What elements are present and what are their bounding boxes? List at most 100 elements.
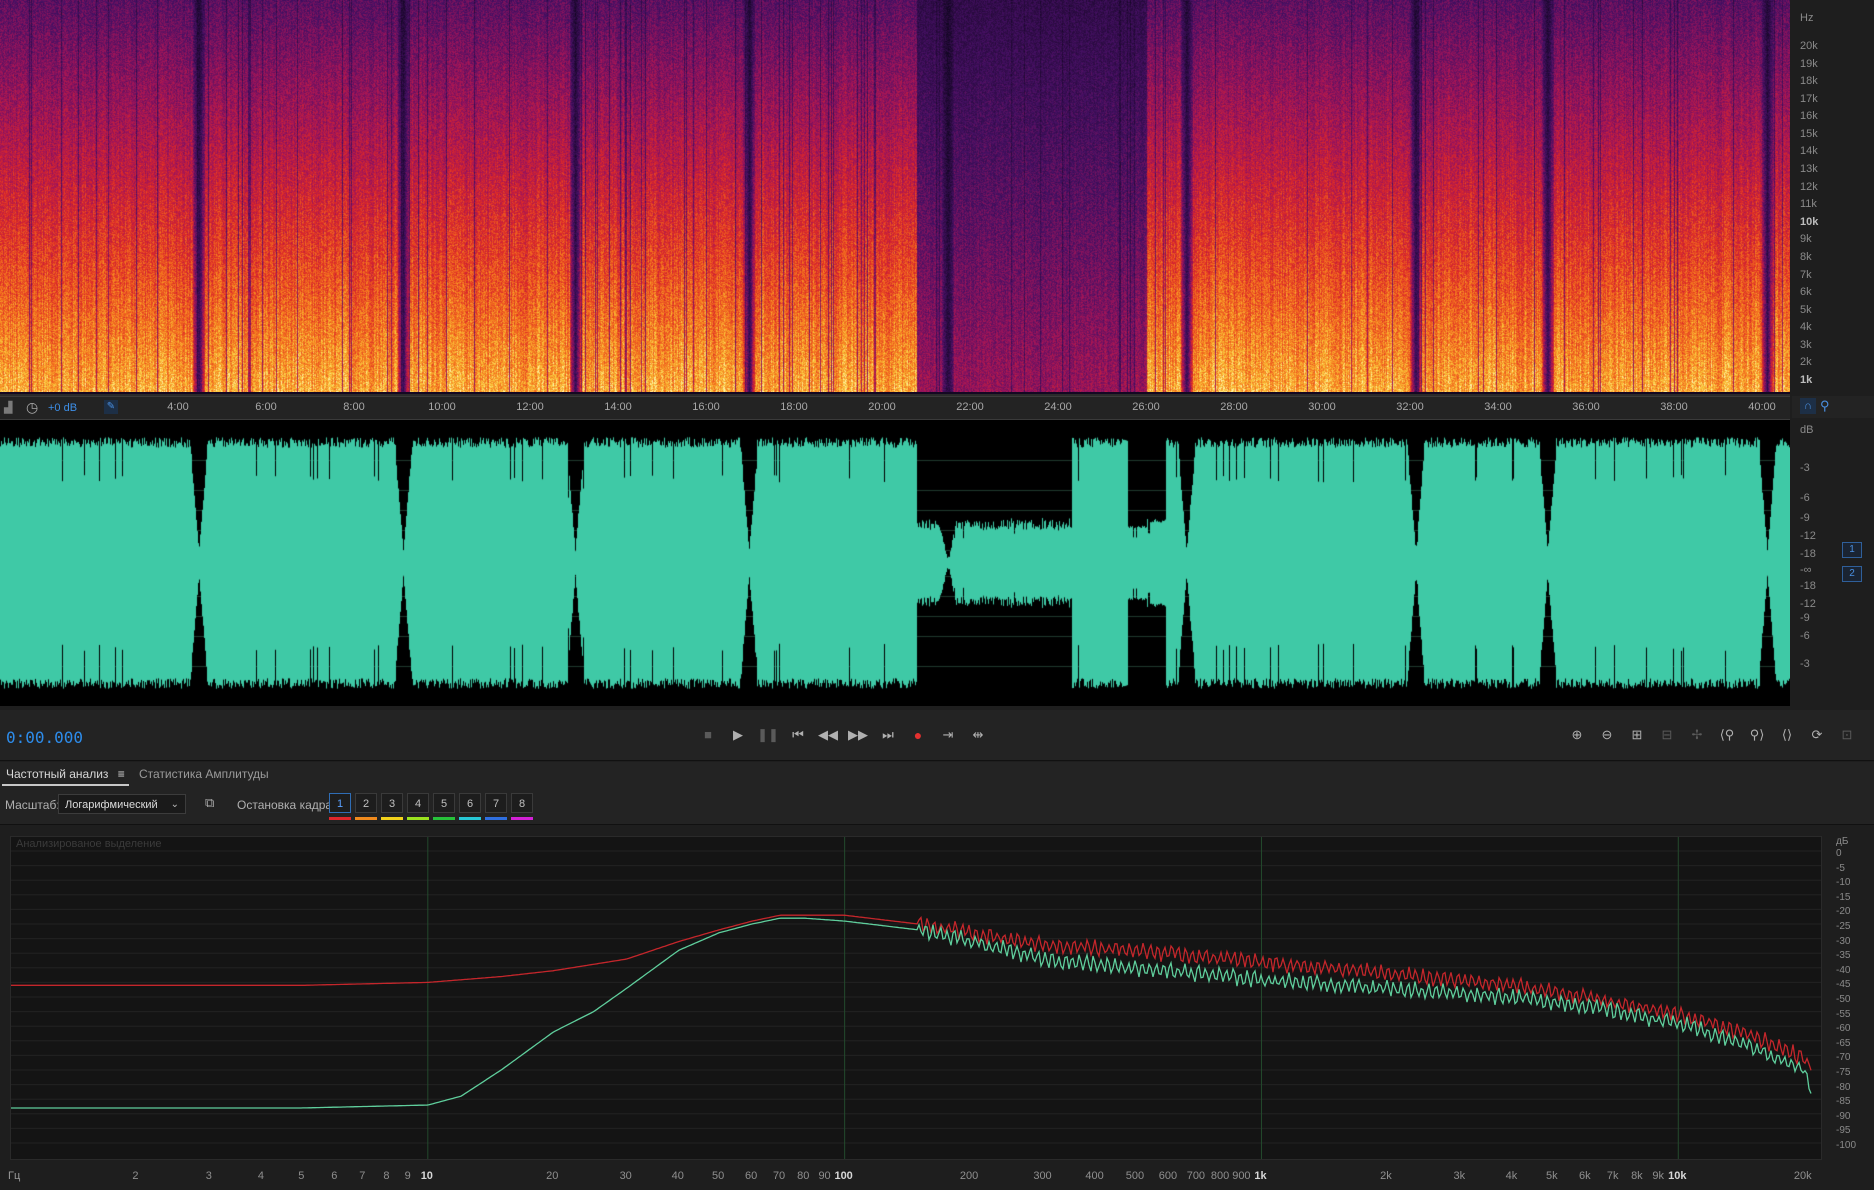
freeze-frame-6-button[interactable]: 6 (459, 793, 481, 813)
frequency-tick-label: 2 (132, 1170, 139, 1182)
hz-tick-label: 11k (1800, 198, 1817, 211)
frequency-tick-label: 10 (420, 1170, 433, 1182)
go-to-start-button[interactable]: ⏮ (787, 724, 809, 746)
panel-menu-icon[interactable]: ≡ (118, 767, 125, 781)
current-time-display[interactable]: 0:00.000 (6, 728, 83, 747)
db-tick-label: -18 (1800, 548, 1816, 560)
go-to-end-button[interactable]: ⏭ (877, 724, 899, 746)
freeze-frame-4-button[interactable]: 4 (407, 793, 429, 813)
fast-forward-button[interactable]: ▶▶ (847, 724, 869, 746)
scale-dropdown[interactable]: Логарифмический ⌄ (58, 794, 186, 814)
time-tick-label: 20:00 (868, 401, 896, 413)
frequency-analysis-plot[interactable] (10, 836, 1822, 1160)
freeze-frame-1-button[interactable]: 1 (329, 793, 351, 813)
tab-frequency-analysis-label: Частотный анализ (6, 767, 109, 781)
frequency-tick-label: 8k (1631, 1170, 1643, 1182)
db-unit-label: dB (1800, 424, 1814, 436)
frequency-tick-label: 600 (1158, 1170, 1178, 1182)
waveform-canvas[interactable] (0, 420, 1790, 706)
freq-db-tick-label: -100 (1836, 1140, 1857, 1151)
copy-icon[interactable]: ⧉ (205, 795, 214, 811)
tab-amplitude-statistics[interactable]: Статистика Амплитуды (135, 767, 273, 784)
frequency-tick-label: 60 (745, 1170, 758, 1182)
time-tick-label: 14:00 (604, 401, 632, 413)
time-tick-label: 12:00 (516, 401, 544, 413)
hz-tick-label: 3k (1800, 338, 1812, 351)
hz-tick-label: 14k (1800, 145, 1818, 158)
zoom-in-amplitude-icon[interactable]: ⊕ (1565, 724, 1589, 746)
freeze-frame-color-swatch (433, 817, 455, 820)
db-tick-label: -18 (1800, 580, 1816, 592)
frequency-unit-label: Гц (8, 1170, 21, 1182)
time-tick-label: 28:00 (1220, 401, 1248, 413)
zoom-out-full-icon[interactable]: ⟨⟩ (1775, 724, 1799, 746)
hz-tick-label: 17k (1800, 92, 1818, 105)
hz-tick-label: 4k (1800, 321, 1812, 334)
zoom-in-time-icon[interactable]: ⊞ (1625, 724, 1649, 746)
hz-tick-label: 6k (1800, 286, 1812, 299)
zoom-selected-track-icon[interactable]: ⊡ (1835, 724, 1859, 746)
marker-icon[interactable]: ⚲ (1820, 398, 1830, 414)
time-ruler[interactable]: ▟ ◷ +0 dB ✎ 4:00 6:00 8:00 10:00 12:00 14:00 1… (0, 396, 1790, 420)
time-tick-label: 6:00 (255, 401, 277, 413)
freeze-frame-2-button[interactable]: 2 (355, 793, 377, 813)
frequency-tick-label: 3k (1453, 1170, 1466, 1182)
ruler-tools: ∩ ⚲ (1792, 396, 1874, 418)
hz-tick-label: 7k (1800, 268, 1812, 281)
channel-1-toggle[interactable]: 1 (1842, 542, 1862, 558)
gain-knob-icon[interactable]: ◷ (26, 399, 38, 416)
channel-2-toggle[interactable]: 2 (1842, 566, 1862, 582)
freq-db-tick-label: -30 (1836, 935, 1851, 947)
hz-tick-label: 16k (1800, 110, 1818, 123)
hz-tick-label: 8k (1800, 250, 1812, 263)
freeze-frame-7-button[interactable]: 7 (485, 793, 507, 813)
freq-db-tick-label: -50 (1836, 994, 1851, 1005)
freq-db-tick-label: -40 (1836, 964, 1851, 976)
play-button[interactable]: ▶ (727, 724, 749, 746)
time-tick-label: 36:00 (1572, 401, 1600, 413)
frequency-tick-label: 9 (404, 1170, 411, 1182)
stop-button[interactable]: ■ (697, 724, 719, 746)
headphones-icon[interactable]: ∩ (1800, 398, 1816, 414)
waveform-display[interactable] (0, 420, 1790, 706)
frequency-tick-label: 40 (671, 1170, 684, 1182)
gain-value[interactable]: +0 dB (48, 402, 77, 414)
freq-db-tick-label: -85 (1836, 1096, 1851, 1108)
hz-tick-label: 19k (1800, 57, 1818, 70)
spectrogram-canvas[interactable] (0, 0, 1790, 392)
freq-db-tick-label: -75 (1836, 1067, 1851, 1078)
frequency-tick-label: 10k (1668, 1170, 1687, 1182)
zoom-to-selection-icon[interactable]: ✢ (1685, 724, 1709, 746)
freeze-frame-color-swatch (407, 817, 429, 820)
pause-button[interactable]: ❚❚ (757, 724, 779, 746)
tab-frequency-analysis[interactable]: Частотный анализ ≡ (2, 767, 129, 786)
freq-db-unit: дБ (1836, 836, 1849, 847)
hz-tick-label: 10k (1800, 215, 1819, 228)
time-tick-label: 40:00 (1748, 401, 1776, 413)
frequency-tick-label: 50 (712, 1170, 725, 1182)
freeze-frame-3-button[interactable]: 3 (381, 793, 403, 813)
zoom-in-left-icon[interactable]: ⟨⚲ (1715, 724, 1739, 746)
freq-db-tick-label: -20 (1836, 906, 1851, 918)
hz-tick-label: 20k (1800, 40, 1818, 52)
zoom-out-amplitude-icon[interactable]: ⊖ (1595, 724, 1619, 746)
time-tick-label: 34:00 (1484, 401, 1512, 413)
freq-db-tick-label: -80 (1836, 1081, 1851, 1093)
freeze-frame-5-button[interactable]: 5 (433, 793, 455, 813)
signal-icon: ▟ (4, 402, 13, 414)
frequency-tick-label: 20k (1793, 1170, 1812, 1182)
zoom-reset-icon[interactable]: ⟳ (1805, 724, 1829, 746)
zoom-in-right-icon[interactable]: ⚲⟩ (1745, 724, 1769, 746)
time-tick-label: 30:00 (1308, 401, 1336, 413)
rewind-button[interactable]: ◀◀ (817, 724, 839, 746)
pin-icon[interactable]: ✎ (104, 400, 118, 414)
loop-playback-button[interactable]: ⇥ (937, 724, 959, 746)
freq-db-tick-label: -55 (1836, 1008, 1851, 1020)
zoom-out-time-icon[interactable]: ⊟ (1655, 724, 1679, 746)
record-button[interactable]: ● (907, 724, 929, 746)
skip-selection-button[interactable]: ⇹ (967, 724, 989, 746)
freq-db-tick-label: -60 (1836, 1023, 1851, 1035)
hz-tick-label: 9k (1800, 233, 1812, 246)
spectral-frequency-display[interactable] (0, 0, 1790, 396)
freeze-frame-8-button[interactable]: 8 (511, 793, 533, 813)
